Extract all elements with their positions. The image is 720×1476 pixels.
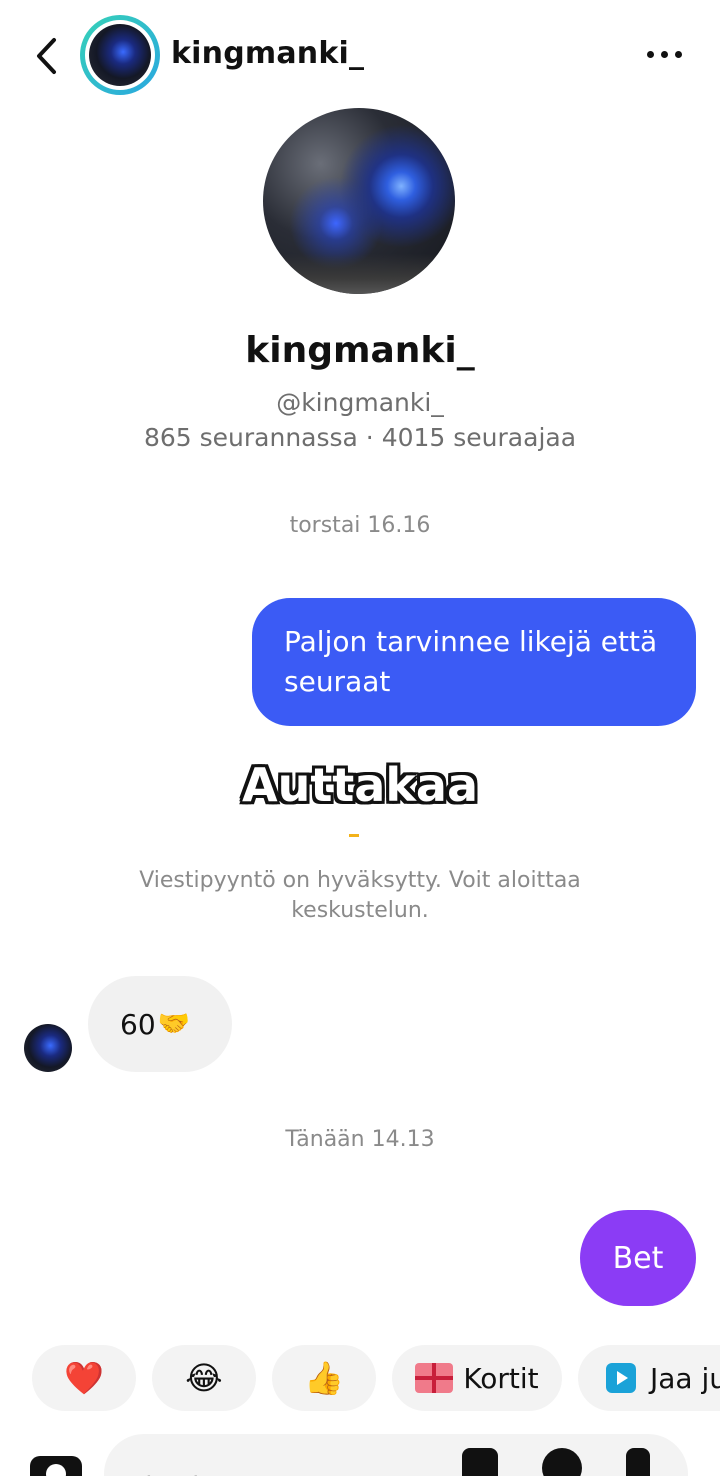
profile-picture[interactable]: [263, 108, 455, 294]
sent-message-bubble[interactable]: Paljon tarvinnee likejä että seuraat: [252, 598, 696, 726]
more-options-button[interactable]: [640, 36, 688, 72]
message-composer: [0, 1430, 720, 1476]
sticker-mark: [349, 834, 359, 837]
header-username[interactable]: kingmanki_: [171, 36, 364, 71]
handshake-emoji: 🤝: [157, 1009, 191, 1039]
more-horizontal-icon: [646, 50, 654, 58]
laugh-reaction-button[interactable]: 😂: [152, 1345, 256, 1411]
request-accepted-note: Viestipyyntö on hyväksytty. Voit aloitta…: [139, 868, 581, 923]
play-icon: [606, 1363, 636, 1393]
back-button[interactable]: [24, 30, 68, 82]
sticker-icon[interactable]: [462, 1448, 498, 1476]
sticker-text-overlay: Auttakaa: [241, 758, 479, 812]
laughing-face-icon: 😂: [185, 1359, 223, 1397]
header-avatar[interactable]: [80, 15, 160, 95]
thumbs-up-reaction-button[interactable]: 👍: [272, 1345, 376, 1411]
cards-label: Kortit: [463, 1361, 539, 1395]
microphone-icon[interactable]: [626, 1448, 650, 1476]
received-message-text: 60: [120, 1007, 156, 1041]
heart-reaction-button[interactable]: ❤️: [32, 1345, 136, 1411]
thumbs-up-icon: 👍: [304, 1359, 344, 1397]
message-input[interactable]: [104, 1434, 688, 1476]
chevron-left-icon: [37, 38, 56, 74]
camera-icon[interactable]: [30, 1456, 82, 1476]
heart-icon: ❤️: [64, 1359, 104, 1397]
profile-handle: @kingmanki_: [276, 388, 444, 417]
sender-avatar[interactable]: [24, 1024, 72, 1072]
timestamp: torstai 16.16: [289, 513, 431, 538]
profile-name: kingmanki_: [245, 330, 475, 371]
quick-replies-row: ❤️ 😂 👍 Kortit Jaa ju: [32, 1345, 720, 1411]
timestamp: Tänään 14.13: [285, 1127, 435, 1152]
profile-stats: 865 seurannassa · 4015 seuraajaa: [143, 423, 577, 452]
share-button[interactable]: Jaa ju: [578, 1345, 720, 1411]
share-label: Jaa ju: [650, 1361, 720, 1395]
sent-message-bubble[interactable]: Bet: [580, 1210, 696, 1306]
chat-header: kingmanki_: [0, 0, 720, 110]
chat-screen: kingmanki_ kingmanki_ @kingmanki_ 865 se…: [0, 0, 720, 1476]
cards-button[interactable]: Kortit: [392, 1345, 562, 1411]
gift-card-icon: [415, 1363, 454, 1393]
received-message-bubble[interactable]: 60 🤝: [88, 976, 232, 1072]
